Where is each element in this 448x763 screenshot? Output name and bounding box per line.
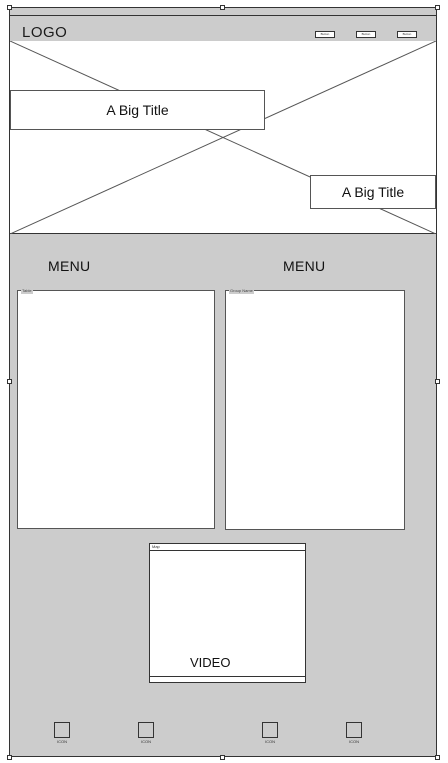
menu-panel-left: Table	[17, 288, 215, 529]
resize-handle-bottom-left[interactable]	[7, 755, 12, 760]
menu-panel-right: Group Name	[225, 288, 405, 530]
video-map-widget[interactable]: Map VIDEO	[149, 543, 306, 683]
header-button-3[interactable]: Button	[397, 31, 417, 38]
menu-label-left[interactable]: MENU	[48, 258, 90, 274]
panel-caption-right: Group Name	[229, 288, 254, 294]
footer-icon-label-1: ICON	[57, 739, 67, 744]
square-icon[interactable]	[138, 722, 154, 738]
square-icon[interactable]	[262, 722, 278, 738]
footer-icon-label-4: ICON	[349, 739, 359, 744]
resize-handle-left[interactable]	[7, 379, 12, 384]
header-button-1[interactable]: Button	[315, 31, 335, 38]
resize-handle-top-right[interactable]	[435, 5, 440, 10]
map-footer-bar	[150, 676, 305, 682]
hero-title-left: A Big Title	[10, 90, 265, 130]
wireframe-canvas: LOGO Button Button Button A Big Title A …	[9, 7, 437, 757]
square-icon[interactable]	[54, 722, 70, 738]
logo[interactable]: LOGO	[22, 24, 67, 41]
hero-image-placeholder: A Big Title A Big Title	[10, 41, 436, 234]
resize-handle-bottom-right[interactable]	[435, 755, 440, 760]
footer-icon-label-3: ICON	[265, 739, 275, 744]
footer-icon-label-2: ICON	[141, 739, 151, 744]
menu-label-right[interactable]: MENU	[283, 258, 325, 274]
hero-title-right: A Big Title	[310, 175, 436, 209]
square-icon[interactable]	[346, 722, 362, 738]
resize-handle-bottom[interactable]	[220, 755, 225, 760]
resize-handle-top[interactable]	[220, 5, 225, 10]
map-caption: Map	[150, 544, 305, 551]
panel-caption-left: Table	[21, 288, 33, 294]
resize-handle-top-left[interactable]	[7, 5, 12, 10]
header-button-2[interactable]: Button	[356, 31, 376, 38]
resize-handle-right[interactable]	[435, 379, 440, 384]
video-label: VIDEO	[190, 655, 231, 670]
